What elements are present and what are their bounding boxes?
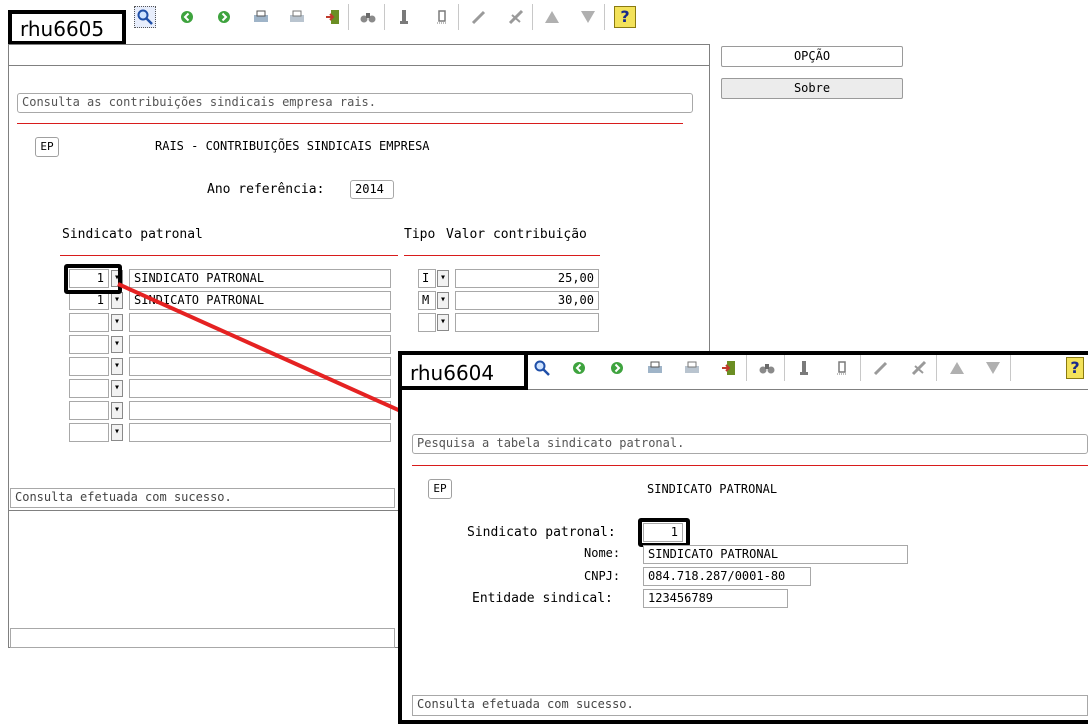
print-preview-icon[interactable] — [681, 357, 703, 379]
first-record-icon[interactable] — [793, 357, 815, 379]
entidade-sindical-label: Entidade sindical: — [472, 591, 613, 606]
down-icon[interactable] — [982, 357, 1004, 379]
print-icon[interactable] — [644, 357, 666, 379]
highlight-sindicato-input — [638, 518, 690, 547]
forward-icon[interactable] — [606, 357, 628, 379]
back-icon[interactable] — [568, 357, 590, 379]
nome-field[interactable]: SINDICATO PATRONAL — [643, 545, 908, 564]
exit-icon[interactable] — [718, 357, 740, 379]
status-bar: Consulta efetuada com sucesso. — [412, 695, 1088, 716]
ep-indicator[interactable]: EP — [428, 479, 452, 499]
description-field: Pesquisa a tabela sindicato patronal. — [412, 434, 1088, 454]
cnpj-label: CNPJ: — [584, 569, 621, 583]
header-divider — [412, 465, 1088, 466]
search-icon[interactable] — [531, 357, 553, 379]
form-title: SINDICATO PATRONAL — [647, 482, 778, 496]
nome-label: Nome: — [584, 546, 621, 560]
toolbar-separator — [860, 355, 861, 381]
up-icon[interactable] — [946, 357, 968, 379]
sindicato-patronal-label: Sindicato patronal: — [467, 525, 616, 540]
cancel-icon[interactable] — [908, 357, 930, 379]
last-record-icon[interactable] — [831, 357, 853, 379]
toolbar-separator — [936, 355, 937, 381]
toolbar-separator — [746, 355, 747, 381]
help-icon[interactable]: ? — [1066, 357, 1084, 379]
cnpj-field[interactable]: 084.718.287/0001-80 — [643, 567, 811, 586]
entidade-sindical-field[interactable]: 123456789 — [643, 589, 788, 608]
toolbar-separator — [784, 355, 785, 381]
toolbar-separator — [1010, 355, 1011, 381]
window-label-rhu6604: rhu6604 — [398, 351, 528, 390]
binoculars-icon[interactable] — [756, 357, 778, 379]
edit-icon[interactable] — [870, 357, 892, 379]
